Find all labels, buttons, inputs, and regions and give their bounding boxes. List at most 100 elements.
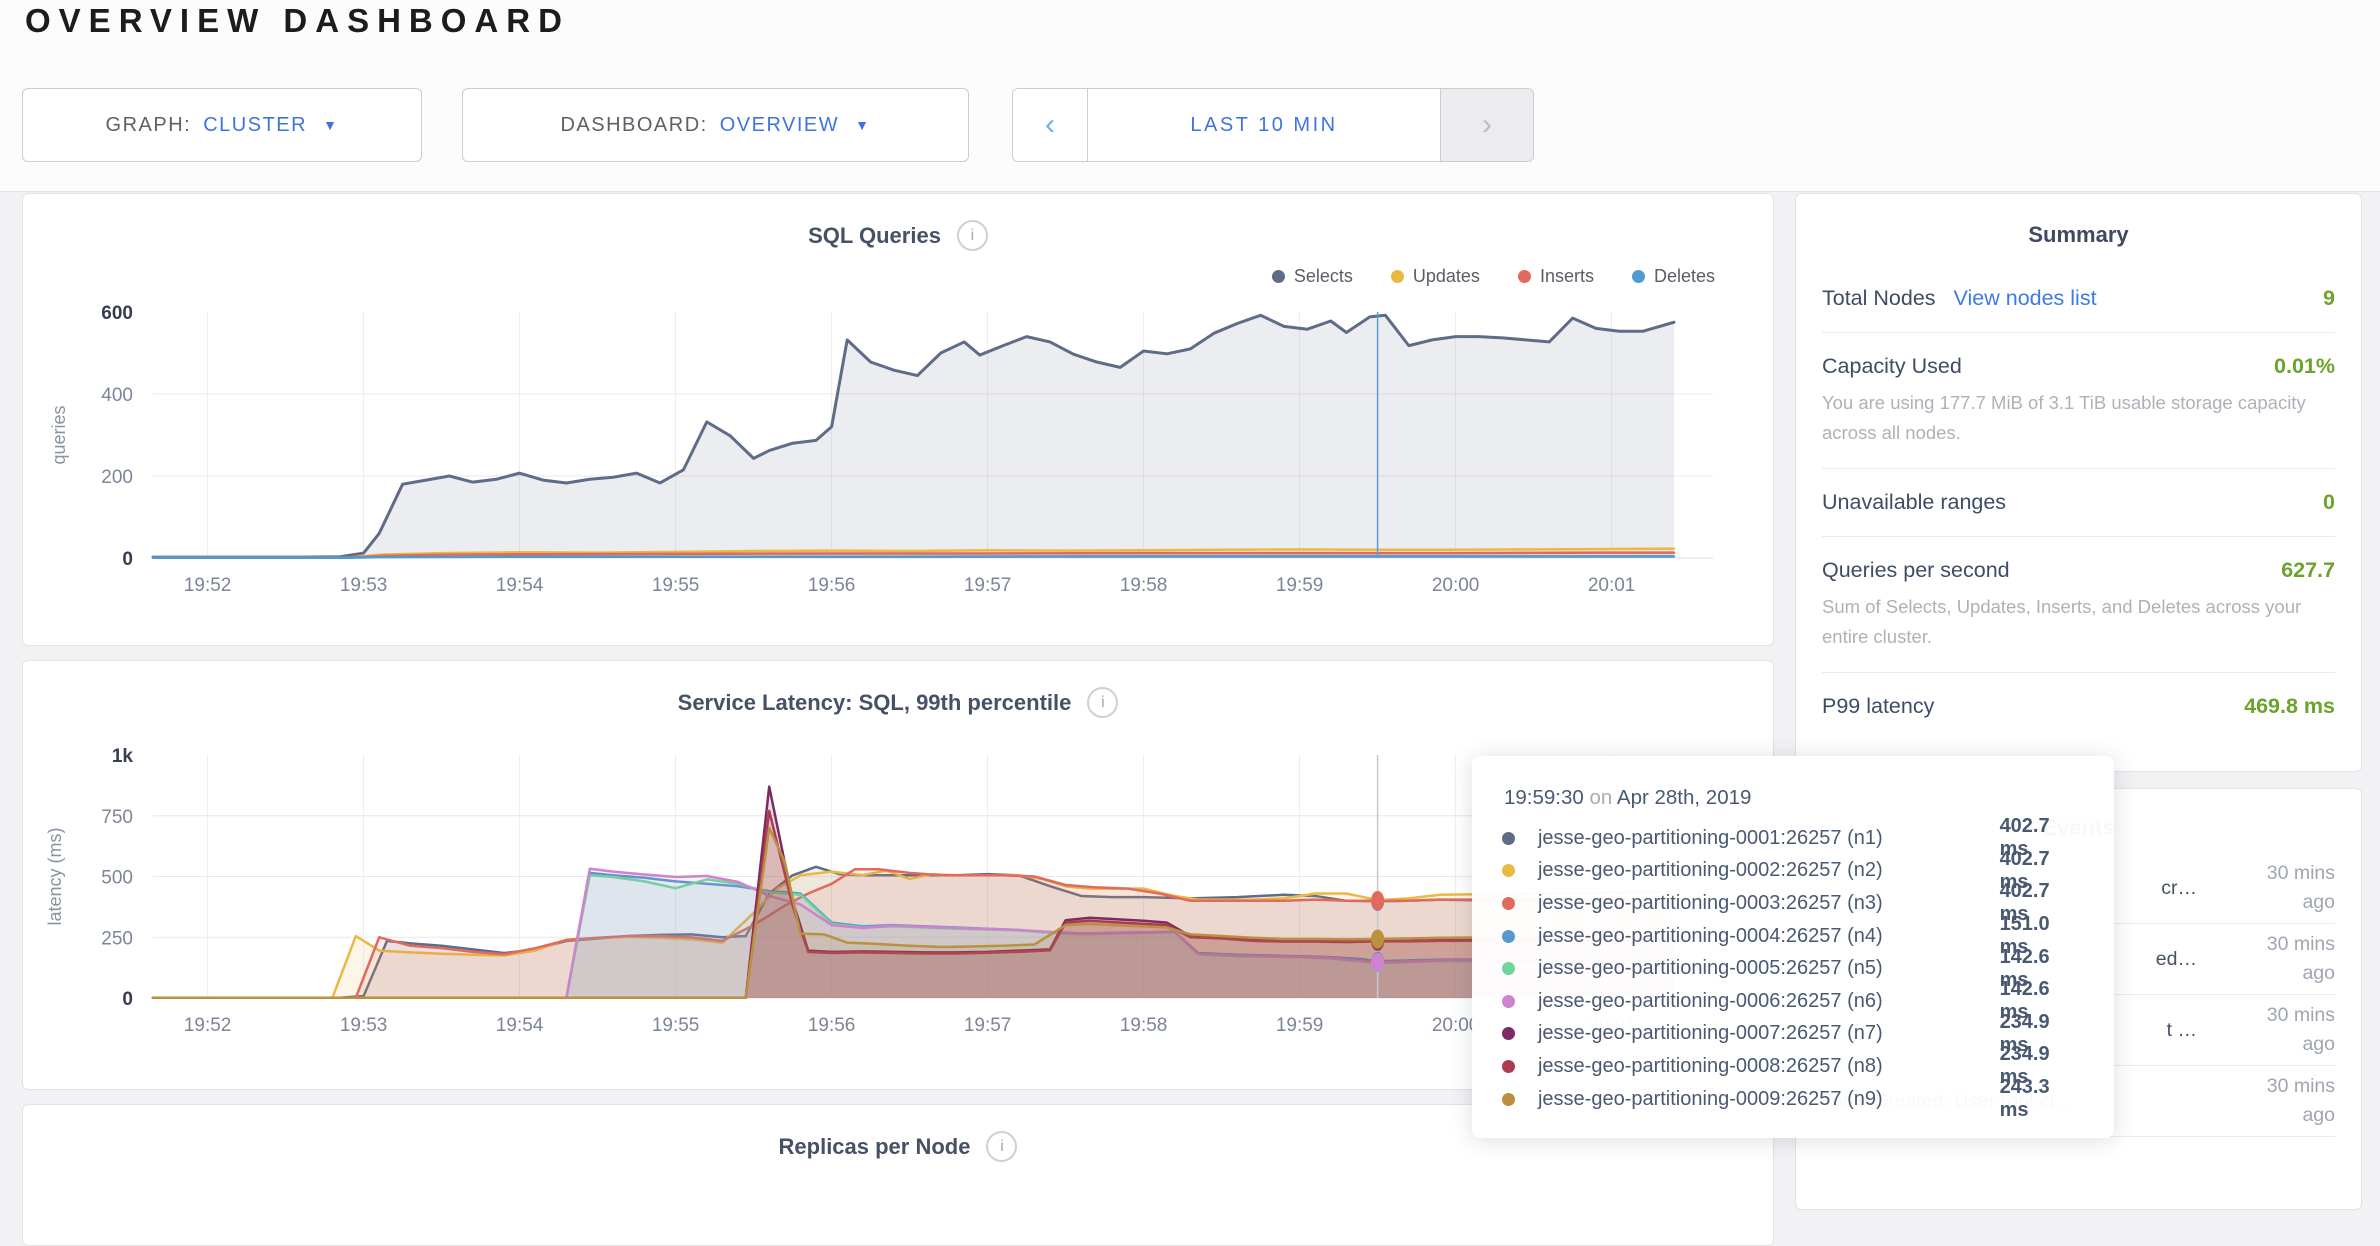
svg-text:19:57: 19:57 — [964, 1015, 1012, 1036]
summary-row-capacity: Capacity Used 0.01% You are using 177.7 … — [1822, 333, 2335, 469]
svg-text:19:59: 19:59 — [1276, 1015, 1324, 1036]
node-name: jesse-geo-partitioning-0007:26257 (n7) — [1538, 1022, 2000, 1045]
svg-text:19:58: 19:58 — [1120, 1015, 1168, 1036]
summary-subtext: Sum of Selects, Updates, Inserts, and De… — [1822, 592, 2335, 651]
svg-text:750: 750 — [101, 807, 133, 828]
tooltip-row: jesse-geo-partitioning-0001:26257 (n1) 4… — [1502, 822, 2084, 855]
sql-queries-card: SQL Queries i Selects Updates Inserts De… — [22, 193, 1774, 646]
sql-queries-chart[interactable]: 19:5219:5319:5419:5519:5619:5719:5819:59… — [23, 194, 1771, 648]
time-next-button[interactable]: › — [1440, 89, 1533, 161]
graph-dropdown-label: GRAPH: — [106, 114, 192, 137]
svg-text:1k: 1k — [112, 746, 134, 767]
svg-text:600: 600 — [101, 303, 133, 324]
series-dot-icon — [1502, 1060, 1515, 1073]
node-name: jesse-geo-partitioning-0001:26257 (n1) — [1538, 827, 2000, 850]
svg-text:19:58: 19:58 — [1120, 575, 1168, 596]
tooltip-timestamp: 19:59:30 on Apr 28th, 2019 — [1504, 786, 2084, 810]
graph-dropdown[interactable]: GRAPH: CLUSTER ▼ — [22, 88, 422, 162]
summary-value: 469.8 ms — [2244, 694, 2335, 719]
svg-text:19:59: 19:59 — [1276, 575, 1324, 596]
time-range-selector: ‹ LAST 10 MIN › — [1012, 88, 1534, 162]
event-timestamp: 30 mins ago — [2249, 859, 2335, 918]
chevron-left-icon: ‹ — [1045, 108, 1055, 142]
time-range-display[interactable]: LAST 10 MIN — [1088, 89, 1440, 161]
series-dot-icon — [1502, 962, 1515, 975]
svg-text:19:53: 19:53 — [340, 1015, 388, 1036]
summary-label: Total Nodes — [1822, 286, 1936, 311]
view-nodes-link[interactable]: View nodes list — [1954, 286, 2097, 311]
time-prev-button[interactable]: ‹ — [1013, 89, 1088, 161]
node-name: jesse-geo-partitioning-0002:26257 (n2) — [1538, 859, 2000, 882]
svg-text:0: 0 — [122, 549, 133, 570]
tooltip-row: jesse-geo-partitioning-0003:26257 (n3) 4… — [1502, 887, 2084, 920]
summary-subtext: You are using 177.7 MiB of 3.1 TiB usabl… — [1822, 388, 2335, 447]
tooltip-row: jesse-geo-partitioning-0007:26257 (n7) 2… — [1502, 1018, 2084, 1051]
series-dot-icon — [1502, 1093, 1515, 1106]
svg-text:19:55: 19:55 — [652, 1015, 700, 1036]
summary-panel: Summary Total Nodes View nodes list 9 Ca… — [1795, 193, 2362, 772]
svg-text:0: 0 — [122, 989, 133, 1010]
summary-row-unavailable: Unavailable ranges 0 — [1822, 469, 2335, 537]
series-dot-icon — [1502, 864, 1515, 877]
chevron-down-icon: ▼ — [323, 117, 338, 133]
summary-label: Queries per second — [1822, 558, 2010, 583]
svg-text:latency (ms): latency (ms) — [45, 827, 65, 925]
tooltip-row: jesse-geo-partitioning-0004:26257 (n4) 1… — [1502, 920, 2084, 953]
chevron-right-icon: › — [1482, 108, 1492, 142]
svg-text:20:00: 20:00 — [1432, 575, 1480, 596]
event-timestamp: 30 mins ago — [2249, 1072, 2335, 1131]
svg-text:500: 500 — [101, 868, 133, 889]
tooltip-row: jesse-geo-partitioning-0005:26257 (n5) 1… — [1502, 952, 2084, 985]
summary-value: 0.01% — [2274, 354, 2335, 379]
summary-row-p99: P99 latency 469.8 ms — [1822, 673, 2335, 740]
summary-value: 627.7 — [2281, 558, 2335, 583]
tooltip-row: jesse-geo-partitioning-0006:26257 (n6) 1… — [1502, 985, 2084, 1018]
summary-row-qps: Queries per second 627.7 Sum of Selects,… — [1822, 537, 2335, 673]
svg-text:250: 250 — [101, 928, 133, 949]
summary-label: P99 latency — [1822, 694, 1934, 719]
event-timestamp: 30 mins ago — [2249, 1001, 2335, 1060]
node-latency: 243.3 ms — [2000, 1076, 2084, 1122]
series-dot-icon — [1502, 897, 1515, 910]
summary-row-total-nodes: Total Nodes View nodes list 9 — [1822, 264, 2335, 333]
node-name: jesse-geo-partitioning-0005:26257 (n5) — [1538, 957, 2000, 980]
svg-text:20:01: 20:01 — [1588, 575, 1636, 596]
svg-text:19:57: 19:57 — [964, 575, 1012, 596]
svg-text:19:52: 19:52 — [184, 1015, 232, 1036]
series-dot-icon — [1502, 832, 1515, 845]
svg-text:19:54: 19:54 — [496, 1015, 544, 1036]
chart-hover-tooltip: 19:59:30 on Apr 28th, 2019 jesse-geo-par… — [1472, 756, 2114, 1138]
event-timestamp: 30 mins ago — [2249, 930, 2335, 989]
page-title: OVERVIEW DASHBOARD — [25, 2, 570, 40]
svg-text:19:53: 19:53 — [340, 575, 388, 596]
svg-text:19:54: 19:54 — [496, 575, 544, 596]
tooltip-row: jesse-geo-partitioning-0008:26257 (n8) 2… — [1502, 1050, 2084, 1083]
node-name: jesse-geo-partitioning-0004:26257 (n4) — [1538, 925, 2000, 948]
summary-title: Summary — [1796, 194, 2361, 264]
series-dot-icon — [1502, 930, 1515, 943]
summary-value: 0 — [2323, 490, 2335, 515]
chevron-down-icon: ▼ — [855, 117, 870, 133]
svg-text:400: 400 — [101, 385, 133, 406]
summary-label: Capacity Used — [1822, 354, 1962, 379]
svg-text:queries: queries — [49, 405, 69, 464]
info-icon[interactable]: i — [986, 1131, 1017, 1162]
svg-text:19:56: 19:56 — [808, 1015, 856, 1036]
svg-text:200: 200 — [101, 467, 133, 488]
node-name: jesse-geo-partitioning-0009:26257 (n9) — [1538, 1088, 2000, 1111]
series-dot-icon — [1502, 995, 1515, 1008]
dashboard-dropdown-label: DASHBOARD: — [560, 114, 707, 137]
node-name: jesse-geo-partitioning-0003:26257 (n3) — [1538, 892, 2000, 915]
summary-label: Unavailable ranges — [1822, 490, 2006, 515]
series-dot-icon — [1502, 1027, 1515, 1040]
dashboard-dropdown[interactable]: DASHBOARD: OVERVIEW ▼ — [462, 88, 969, 162]
summary-value: 9 — [2323, 286, 2335, 311]
node-name: jesse-geo-partitioning-0006:26257 (n6) — [1538, 990, 2000, 1013]
node-name: jesse-geo-partitioning-0008:26257 (n8) — [1538, 1055, 2000, 1078]
page-header: OVERVIEW DASHBOARD GRAPH: CLUSTER ▼ DASH… — [0, 0, 2380, 192]
tooltip-row: jesse-geo-partitioning-0002:26257 (n2) 4… — [1502, 855, 2084, 888]
tooltip-row: jesse-geo-partitioning-0009:26257 (n9) 2… — [1502, 1083, 2084, 1116]
svg-text:19:56: 19:56 — [808, 575, 856, 596]
graph-dropdown-value: CLUSTER — [203, 114, 307, 137]
svg-text:19:55: 19:55 — [652, 575, 700, 596]
